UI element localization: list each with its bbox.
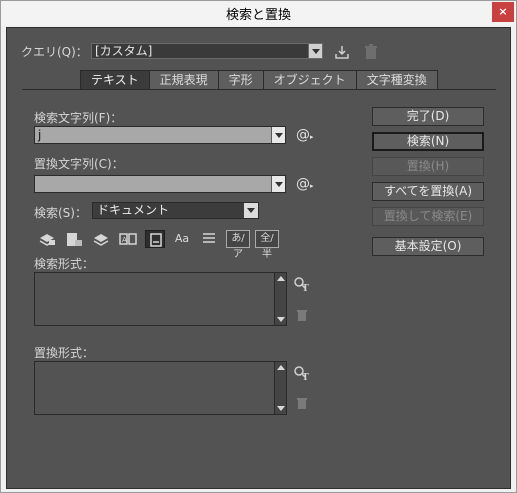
specify-replace-format-icon[interactable]: T (293, 365, 311, 381)
tab-object[interactable]: オブジェクト (263, 70, 357, 90)
find-format-box[interactable] (34, 272, 287, 326)
tab-text[interactable]: テキスト (80, 70, 150, 90)
search-scope-label: 検索(S)： (34, 206, 87, 220)
scroll-down-icon[interactable] (277, 406, 285, 411)
find-input[interactable]: j (34, 126, 286, 144)
svg-text:T: T (302, 373, 309, 381)
find-special-characters-icon[interactable]: @▸ (296, 127, 314, 143)
whole-word-icon[interactable] (199, 230, 219, 248)
replace-button[interactable]: 置換(H) (372, 157, 484, 176)
query-label: クエリ(Q)： (21, 45, 88, 59)
replace-find-button[interactable]: 置換して検索(E) (372, 207, 484, 226)
search-scope-select[interactable]: ドキュメント (92, 202, 259, 219)
specify-find-format-icon[interactable]: T (293, 276, 311, 292)
case-sensitive-icon[interactable]: Aa (172, 230, 192, 248)
find-button[interactable]: 検索(N) (372, 132, 484, 151)
kana-sensitive-icon[interactable]: あ/ア (226, 230, 250, 260)
close-icon: × (498, 5, 508, 18)
chevron-down-icon[interactable] (271, 176, 285, 192)
tab-grep[interactable]: 正規表現 (149, 70, 219, 90)
clear-find-format-icon[interactable] (296, 309, 308, 322)
tab-divider (22, 89, 496, 90)
replace-special-characters-icon[interactable]: @▸ (296, 176, 314, 192)
scroll-down-icon[interactable] (277, 317, 285, 322)
chevron-down-icon[interactable] (271, 127, 285, 143)
replace-input[interactable] (34, 175, 286, 193)
replace-label: 置換文字列(C)： (34, 157, 124, 171)
done-button[interactable]: 完了(D) (372, 107, 484, 126)
clear-replace-format-icon[interactable] (296, 397, 308, 410)
chevron-down-icon[interactable] (244, 203, 258, 218)
chevron-down-icon[interactable] (308, 44, 322, 58)
scroll-up-icon[interactable] (277, 365, 285, 370)
replace-all-button[interactable]: すべてを置換(A) (372, 182, 484, 201)
title-bar[interactable]: 検索と置換 × (1, 1, 516, 25)
master-pages-icon[interactable]: A (118, 230, 138, 248)
mode-tabs: テキスト 正規表現 字形 オブジェクト 文字種変換 (80, 70, 438, 90)
replace-format-scrollbar[interactable] (274, 362, 286, 414)
find-label: 検索文字列(F)： (34, 111, 123, 125)
close-button[interactable]: × (492, 2, 514, 22)
query-select[interactable]: [カスタム] (91, 43, 323, 59)
trash-icon[interactable] (364, 44, 378, 60)
find-value: j (38, 128, 42, 142)
svg-text:A: A (122, 236, 127, 244)
find-change-dialog: 検索と置換 × クエリ(Q)： [カスタム] テキスト 正規表現 字形 オブジェ… (0, 0, 517, 493)
replace-format-label: 置換形式： (34, 346, 95, 360)
find-format-scrollbar[interactable] (274, 273, 286, 325)
query-value: [カスタム] (95, 44, 153, 58)
tab-transliterate[interactable]: 文字種変換 (356, 70, 438, 90)
locked-stories-icon[interactable] (64, 230, 84, 248)
dialog-body: クエリ(Q)： [カスタム] テキスト 正規表現 字形 オブジェクト 文字種変換… (6, 27, 511, 489)
tab-glyph[interactable]: 字形 (218, 70, 264, 90)
window-title: 検索と置換 (225, 8, 291, 23)
save-query-icon[interactable] (334, 44, 350, 60)
locked-layers-icon[interactable] (37, 230, 57, 248)
replace-format-box[interactable] (34, 361, 287, 415)
svg-text:T: T (302, 284, 309, 292)
hidden-layers-icon[interactable] (91, 230, 111, 248)
footnotes-icon[interactable] (145, 230, 165, 248)
width-sensitive-icon[interactable]: 全/半 (255, 230, 279, 260)
find-format-label: 検索形式： (34, 257, 95, 271)
fewer-options-button[interactable]: 基本設定(O) (372, 237, 484, 256)
search-scope-value: ドキュメント (97, 203, 170, 217)
scroll-up-icon[interactable] (277, 276, 285, 281)
